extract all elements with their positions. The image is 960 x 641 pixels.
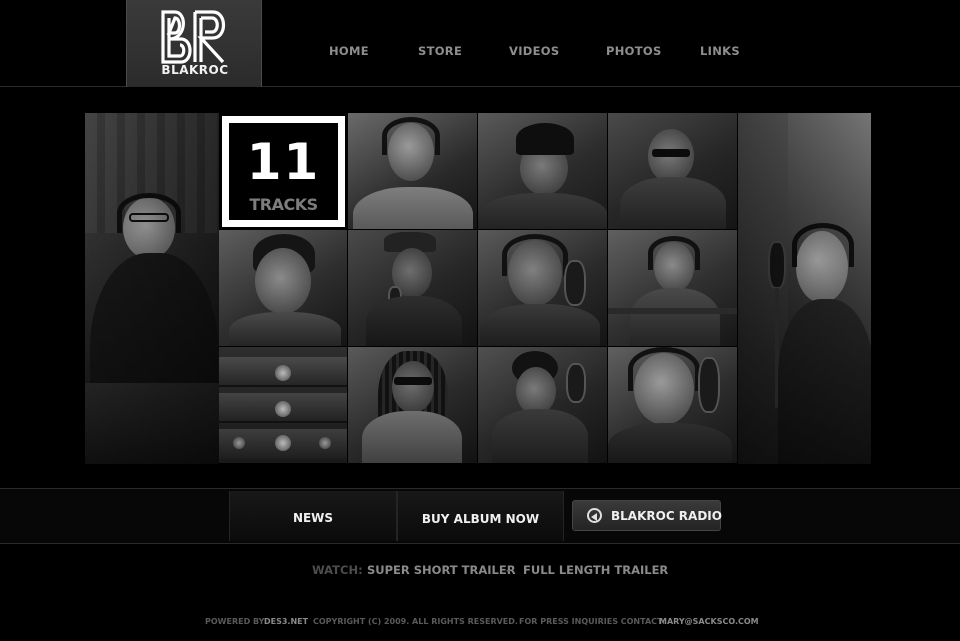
photo-collage: 11 TRACKS [85,113,871,464]
powered-by-link[interactable]: DES3.NET [264,617,308,626]
artist-photo[interactable] [219,230,348,347]
news-button-label: NEWS [292,511,334,525]
play-back-icon [587,508,602,523]
nav-photos[interactable]: PHOTOS [606,44,662,58]
nav-videos[interactable]: VIDEOS [509,44,559,58]
artist-photo[interactable] [608,113,738,230]
blakroc-radio-label: BLAKROC RADIO [611,509,722,523]
studio-equipment-photo[interactable] [219,347,348,464]
watch-separator: - [506,563,511,577]
tracks-label: TRACKS [249,195,318,214]
powered-by-label: POWERED BY: [205,617,267,626]
tracks-tile[interactable]: 11 TRACKS [219,113,348,230]
br-logo-icon [161,10,226,64]
nav-home[interactable]: HOME [329,44,369,58]
buy-album-button-label: BUY ALBUM NOW [421,512,540,526]
tracks-count: 11 [246,133,321,191]
super-short-trailer-link[interactable]: SUPER SHORT TRAILER [367,563,516,577]
logo[interactable]: BLAKROC [126,0,262,87]
artist-photo[interactable] [478,347,608,464]
watch-label: WATCH: [312,563,363,577]
artist-photo[interactable] [608,230,738,347]
copyright-text: COPYRIGHT (C) 2009. ALL RIGHTS RESERVED. [313,617,518,626]
buy-album-button[interactable]: BUY ALBUM NOW [397,491,564,541]
press-email-link[interactable]: MARY@SACKSCO.COM [659,617,759,626]
blakroc-radio-button[interactable]: BLAKROC RADIO [572,500,722,531]
artist-photo[interactable] [348,347,478,464]
artist-photo[interactable] [608,347,738,464]
artist-photo[interactable] [478,113,608,230]
logo-text: BLAKROC [161,63,229,77]
press-label: FOR PRESS INQUIRIES CONTACT: [519,617,666,626]
full-length-trailer-link[interactable]: FULL LENGTH TRAILER [523,563,668,577]
artist-photo[interactable] [348,113,478,230]
artist-photo[interactable] [478,230,608,347]
nav-store[interactable]: STORE [418,44,462,58]
news-button[interactable]: NEWS [229,491,397,541]
right-photo-panel [738,113,871,464]
artist-photo[interactable] [348,230,478,347]
action-bar: NEWS BUY ALBUM NOW BLAKROC RADIO [0,488,960,544]
nav-links[interactable]: LINKS [700,44,740,58]
site-header: BLAKROC HOME STORE VIDEOS PHOTOS LINKS [0,0,960,87]
left-photo-panel [85,113,219,464]
